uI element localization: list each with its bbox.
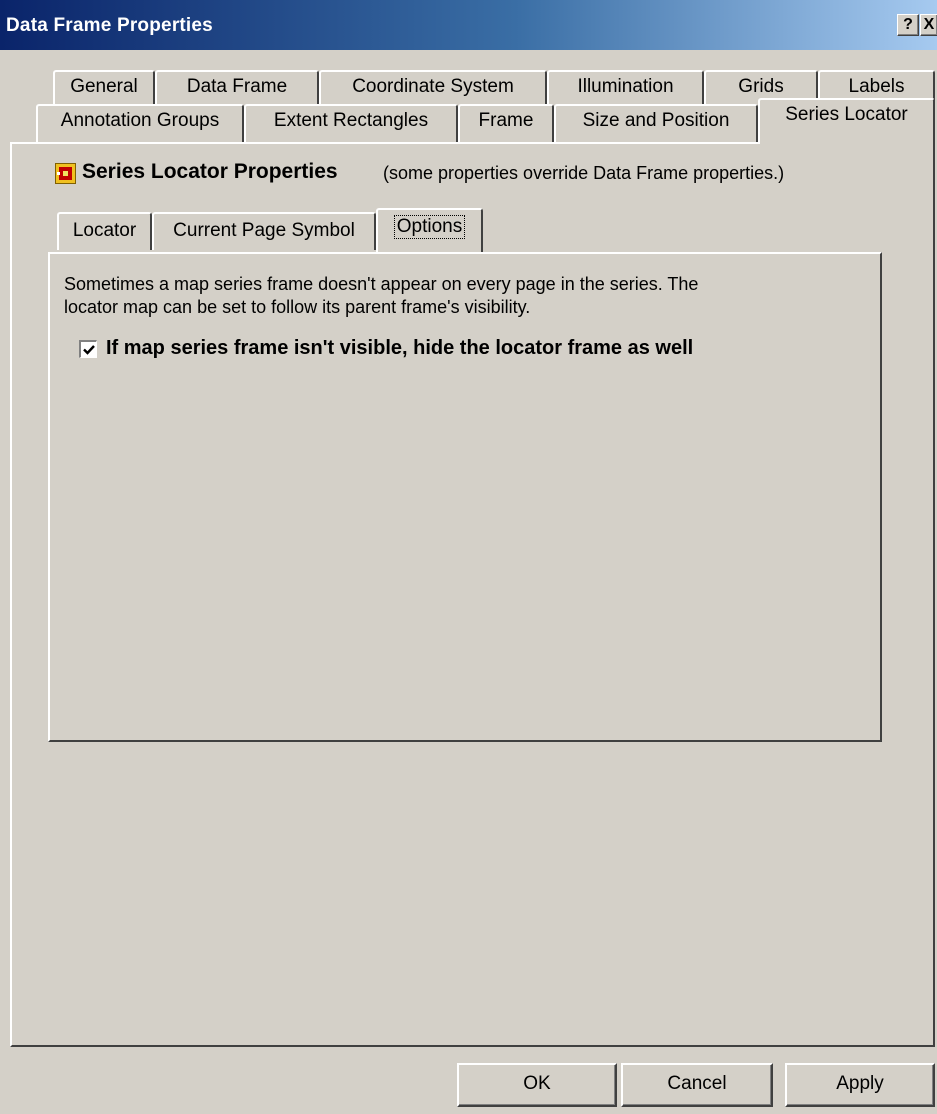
tab-series-locator[interactable]: Series Locator [758,98,935,144]
description-line-1: Sometimes a map series frame doesn't app… [64,274,699,294]
tab-extent-rectangles[interactable]: Extent Rectangles [244,104,458,142]
checkmark-icon [83,345,95,355]
hide-locator-checkbox-label[interactable]: If map series frame isn't visible, hide … [106,337,693,360]
cancel-button[interactable]: Cancel [621,1063,773,1107]
close-button[interactable]: X [920,14,937,36]
apply-button[interactable]: Apply [785,1063,935,1107]
panel-title: Series Locator Properties [82,160,338,183]
window-title: Data Frame Properties [6,15,213,36]
dialog-window: Data Frame Properties ? X General Data F… [0,0,937,1114]
tab-options[interactable]: Options [376,208,483,252]
panel-note: (some properties override Data Frame pro… [383,163,785,183]
tab-current-page-symbol[interactable]: Current Page Symbol [152,212,376,250]
help-button[interactable]: ? [897,14,919,36]
tab-data-frame[interactable]: Data Frame [155,70,319,108]
tab-frame[interactable]: Frame [458,104,554,142]
hide-locator-checkbox[interactable] [79,340,97,358]
title-bar[interactable]: Data Frame Properties ? X [0,0,937,50]
options-panel [48,252,882,742]
tab-illumination[interactable]: Illumination [547,70,704,108]
tab-locator[interactable]: Locator [57,212,152,250]
options-description: Sometimes a map series frame doesn't app… [64,273,864,319]
description-line-2: locator map can be set to follow its par… [64,297,531,317]
tab-coordinate-system[interactable]: Coordinate System [319,70,547,108]
tab-options-label: Options [393,215,466,239]
tab-annotation-groups[interactable]: Annotation Groups [36,104,244,142]
tab-size-and-position[interactable]: Size and Position [554,104,758,142]
ok-button[interactable]: OK [457,1063,617,1107]
tab-general[interactable]: General [53,70,155,108]
series-locator-icon [55,163,76,184]
